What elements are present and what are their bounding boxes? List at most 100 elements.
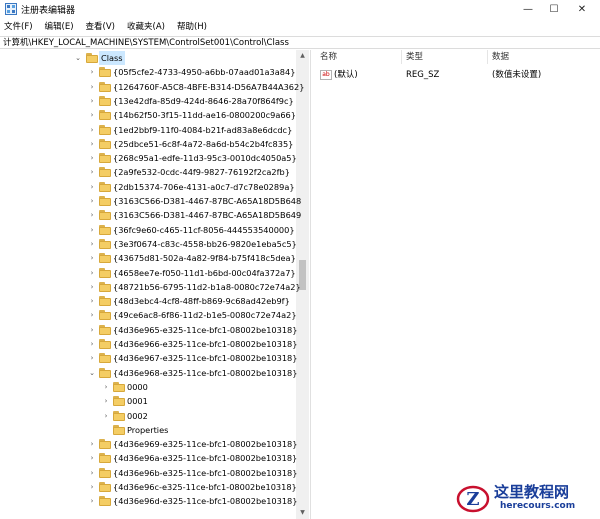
tree-item-key[interactable]: › {268c95a1-edfe-11d3-95c3-0010dc4050a5} <box>0 151 297 165</box>
watermark-title: 这里教程网 <box>494 483 570 501</box>
tree-item-key[interactable]: › {2db15374-706e-4131-a0c7-d7c78e0289a} <box>0 180 296 194</box>
collapsed-chevron-icon[interactable]: › <box>87 323 97 337</box>
scroll-down-icon[interactable]: ▼ <box>296 507 309 519</box>
tree-item-key[interactable]: › {43675d81-502a-4a82-9f84-b75f418c5dea} <box>0 251 296 265</box>
tree-item-key[interactable]: › {1264760F-A5C8-4BFE-B314-D56A7B44A362} <box>0 80 304 94</box>
collapsed-chevron-icon[interactable]: › <box>87 237 97 251</box>
tree-item-key[interactable]: › {14b62f50-3f15-11dd-ae16-0800200c9a66} <box>0 108 296 122</box>
column-divider[interactable] <box>487 50 488 64</box>
tree-key-label: {3e3f0674-c83c-4558-bb26-9820e1eba5c5} <box>113 238 297 249</box>
tree-item-key[interactable]: › {4658ee7e-f050-11d1-b6bd-00c04fa372a7} <box>0 266 296 280</box>
tree-item-key[interactable]: › {1ed2bbf9-11f0-4084-b21f-ad83a8e6dcdc} <box>0 123 296 137</box>
address-path[interactable]: 计算机\HKEY_LOCAL_MACHINE\SYSTEM\ControlSet… <box>3 37 289 49</box>
tree-item-key[interactable]: › {3163C566-D381-4467-87BC-A65A18D5B648 <box>0 194 301 208</box>
value-name[interactable]: (默认) <box>334 68 358 82</box>
maximize-icon: ☐ <box>549 4 559 15</box>
tree-item-key[interactable]: › {05f5cfe2-4733-4950-a6bb-07aad01a3a84} <box>0 65 296 79</box>
column-header-type[interactable]: 类型 <box>406 50 423 64</box>
tree-key-label: {1264760F-A5C8-4BFE-B314-D56A7B44A362} <box>113 81 305 92</box>
column-header-name[interactable]: 名称 <box>320 50 337 64</box>
collapsed-chevron-icon[interactable]: › <box>87 108 97 122</box>
tree-key-label: {48d3ebc4-4cf8-48ff-b869-9c68ad42eb9f} <box>113 296 290 307</box>
close-button[interactable]: ✕ <box>564 0 600 19</box>
tree-key-label: 0002 <box>127 410 148 421</box>
tree-item-key[interactable]: › {4d36e96b-e325-11ce-bfc1-08002be10318} <box>0 466 297 480</box>
folder-icon <box>99 267 111 278</box>
tree-item-subkey[interactable]: Properties <box>0 423 296 437</box>
folder-icon <box>99 439 111 450</box>
collapsed-chevron-icon[interactable]: › <box>87 94 97 108</box>
tree-item-key[interactable]: › {13e42dfa-85d9-424d-8646-28a70f864f9c} <box>0 94 296 108</box>
tree-item-key[interactable]: › {4d36e96c-e325-11ce-bfc1-08002be10318} <box>0 480 297 494</box>
collapsed-chevron-icon[interactable]: › <box>87 266 97 280</box>
tree-item-class[interactable]: ⌄ Class <box>0 51 296 65</box>
folder-icon <box>113 424 125 435</box>
tree-item-key[interactable]: › {49ce6ac8-6f86-11d2-b1e5-0080c72e74a2} <box>0 308 297 322</box>
column-divider[interactable] <box>401 50 402 64</box>
collapsed-chevron-icon[interactable]: › <box>87 180 97 194</box>
collapsed-chevron-icon[interactable]: › <box>87 208 97 222</box>
tree-item-key[interactable]: › {4d36e965-e325-11ce-bfc1-08002be10318} <box>0 323 297 337</box>
expanded-chevron-icon[interactable]: ⌄ <box>73 51 83 65</box>
menu-bar: 文件(F) 编辑(E) 查看(V) 收藏夹(A) 帮助(H) <box>0 19 600 35</box>
collapsed-chevron-icon[interactable]: › <box>87 294 97 308</box>
tree-key-label: {13e42dfa-85d9-424d-8646-28a70f864f9c} <box>113 95 294 106</box>
tree-item-key[interactable]: › {4d36e96a-e325-11ce-bfc1-08002be10318} <box>0 451 297 465</box>
tree-key-label: {268c95a1-edfe-11d3-95c3-0010dc4050a5} <box>113 153 297 164</box>
tree-item-subkey[interactable]: › 0002 <box>0 409 296 423</box>
address-bar[interactable]: 计算机\HKEY_LOCAL_MACHINE\SYSTEM\ControlSet… <box>0 36 600 49</box>
collapsed-chevron-icon[interactable]: › <box>101 380 111 394</box>
tree-item-key[interactable]: › {4d36e969-e325-11ce-bfc1-08002be10318} <box>0 437 297 451</box>
tree-key-label: {4d36e96d-e325-11ce-bfc1-08002be10318} <box>113 496 298 507</box>
tree-key-label: {48721b56-6795-11d2-b1a8-0080c72e74a2} <box>113 281 301 292</box>
collapsed-chevron-icon[interactable]: › <box>87 223 97 237</box>
scroll-up-icon[interactable]: ▲ <box>296 50 309 62</box>
tree-item-key[interactable]: › {3e3f0674-c83c-4558-bb26-9820e1eba5c5} <box>0 237 297 251</box>
svg-text:Z: Z <box>466 489 479 510</box>
collapsed-chevron-icon[interactable]: › <box>101 394 111 408</box>
folder-icon <box>99 238 111 249</box>
menu-help[interactable]: 帮助(H) <box>171 19 213 35</box>
tree-item-key[interactable]: › {36fc9e60-c465-11cf-8056-444553540000} <box>0 223 296 237</box>
tree-item-key[interactable]: › {4d36e967-e325-11ce-bfc1-08002be10318} <box>0 351 297 365</box>
collapsed-chevron-icon[interactable]: › <box>87 351 97 365</box>
tree-item-key-expanded[interactable]: ⌄ {4d36e968-e325-11ce-bfc1-08002be10318} <box>0 366 297 380</box>
collapsed-chevron-icon[interactable]: › <box>87 494 97 508</box>
collapsed-chevron-icon[interactable]: › <box>87 451 97 465</box>
collapsed-chevron-icon[interactable]: › <box>87 437 97 451</box>
folder-icon <box>99 324 111 335</box>
collapsed-chevron-icon[interactable]: › <box>87 123 97 137</box>
menu-edit[interactable]: 编辑(E) <box>39 19 80 35</box>
collapsed-chevron-icon[interactable]: › <box>87 165 97 179</box>
collapsed-chevron-icon[interactable]: › <box>101 409 111 423</box>
collapsed-chevron-icon[interactable]: › <box>87 251 97 265</box>
collapsed-chevron-icon[interactable]: › <box>87 337 97 351</box>
column-header-data[interactable]: 数据 <box>492 50 509 64</box>
folder-icon <box>99 210 111 221</box>
tree-item-key[interactable]: › {4d36e966-e325-11ce-bfc1-08002be10318} <box>0 337 297 351</box>
collapsed-chevron-icon[interactable]: › <box>87 80 97 94</box>
tree-item-key[interactable]: › {2a9fe532-0cdc-44f9-9827-76192f2ca2fb} <box>0 165 296 179</box>
collapsed-chevron-icon[interactable]: › <box>87 466 97 480</box>
tree-item-subkey[interactable]: › 0000 <box>0 380 296 394</box>
collapsed-chevron-icon[interactable]: › <box>87 480 97 494</box>
folder-icon <box>99 81 111 92</box>
menu-file[interactable]: 文件(F) <box>0 19 39 35</box>
tree-item-key[interactable]: › {25dbce51-6c8f-4a72-8a6d-b54c2b4fc835} <box>0 137 296 151</box>
expanded-chevron-icon[interactable]: ⌄ <box>87 366 97 380</box>
tree-item-key[interactable]: › {4d36e96d-e325-11ce-bfc1-08002be10318} <box>0 494 298 508</box>
collapsed-chevron-icon[interactable]: › <box>87 137 97 151</box>
tree-key-label: {43675d81-502a-4a82-9f84-b75f418c5dea} <box>113 253 296 264</box>
collapsed-chevron-icon[interactable]: › <box>87 308 97 322</box>
collapsed-chevron-icon[interactable]: › <box>87 194 97 208</box>
collapsed-chevron-icon[interactable]: › <box>87 280 97 294</box>
menu-view[interactable]: 查看(V) <box>80 19 121 35</box>
menu-favorites[interactable]: 收藏夹(A) <box>121 19 171 35</box>
collapsed-chevron-icon[interactable]: › <box>87 151 97 165</box>
tree-item-subkey[interactable]: › 0001 <box>0 394 296 408</box>
tree-key-label: {4d36e96c-e325-11ce-bfc1-08002be10318} <box>113 482 297 492</box>
tree-item-key[interactable]: › {3163C566-D381-4467-87BC-A65A18D5B649 <box>0 208 301 222</box>
collapsed-chevron-icon[interactable]: › <box>87 65 97 79</box>
tree-item-key[interactable]: › {48721b56-6795-11d2-b1a8-0080c72e74a2} <box>0 280 301 294</box>
tree-item-key[interactable]: › {48d3ebc4-4cf8-48ff-b869-9c68ad42eb9f} <box>0 294 296 308</box>
